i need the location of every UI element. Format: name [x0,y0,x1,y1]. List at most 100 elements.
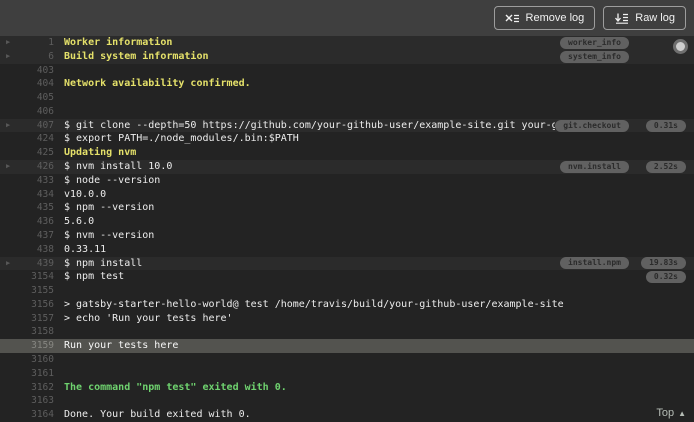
fold-arrow-icon[interactable]: ▶ [0,160,16,174]
log-text: Run your tests here [64,340,179,352]
log-text: v10.0.0 [64,188,107,200]
line-number[interactable]: 1 [16,36,54,50]
log-row-404: 404 Network availability confirmed. [0,77,694,91]
line-number[interactable]: 439 [16,257,54,271]
log-text: $ npm install [64,257,143,269]
log-text: Done. Your build exited with 0. [64,409,251,421]
line-number[interactable]: 3164 [16,408,54,422]
log-row-3159: 3159 Run your tests here [0,339,694,353]
log-row-3154: 3154 $ npm test 0.32s [0,270,694,284]
line-number[interactable]: 3159 [16,339,54,353]
line-number[interactable]: 3163 [16,394,54,408]
log-text: $ nvm --version [64,229,155,241]
fold-name-badge: nvm.install [560,160,629,173]
remove-log-button[interactable]: Remove log [493,6,596,30]
follow-log-toggle[interactable] [673,39,688,54]
duration-slot: 2.52s [637,160,686,173]
fold-arrow-icon[interactable]: ▶ [0,119,16,133]
line-number[interactable]: 406 [16,105,54,119]
log-text: Updating nvm [64,147,137,159]
line-number[interactable]: 404 [16,77,54,91]
log-row-3163: 3163 [0,394,694,408]
log-row-406: 406 [0,105,694,119]
scroll-to-top-link[interactable]: Top ▲ [656,407,686,419]
log-rows: ▶ 1 Worker information worker_info ▶ 6 Build s… [0,36,694,422]
log-row-6: ▶ 6 Build system information system_info [0,49,694,64]
line-number[interactable]: 3161 [16,367,54,381]
raw-log-icon [614,13,629,24]
fold-name-badge: system_info [560,50,629,63]
log-row-437: 437 $ nvm --version [0,229,694,243]
log-text: $ node --version [64,174,161,186]
line-number[interactable]: 3155 [16,284,54,298]
remove-log-icon [505,13,520,24]
duration-slot: 0.31s [637,119,686,132]
log-text: $ nvm install 10.0 [64,161,173,173]
fold-name-badge: git.checkout [555,119,629,132]
log-row-425: 425 Updating nvm [0,146,694,160]
log-row-434: 434 v10.0.0 [0,188,694,202]
line-number[interactable]: 405 [16,91,54,105]
line-number[interactable]: 3162 [16,381,54,395]
log-row-3155: 3155 [0,284,694,298]
log-text: > echo 'Run your tests here' [64,312,233,324]
duration-slot: 19.83s [637,257,686,270]
line-number[interactable]: 6 [16,50,54,64]
remove-log-label: Remove log [525,12,585,24]
duration-badge: 19.83s [641,257,686,270]
log-text: > gatsby-starter-hello-world@ test /home… [64,298,564,310]
log-row-439: ▶ 439 $ npm install install.npm 19.83s [0,256,694,271]
log-row-3164: 3164 Done. Your build exited with 0. [0,408,694,422]
log-row-436: 436 5.6.0 [0,215,694,229]
raw-log-label: Raw log [635,12,675,24]
line-number[interactable]: 437 [16,229,54,243]
line-number[interactable]: 403 [16,64,54,78]
raw-log-button[interactable]: Raw log [603,6,686,30]
duration-slot: 0.32s [637,271,686,284]
log-row-3157: 3157 > echo 'Run your tests here' [0,312,694,326]
log-row-405: 405 [0,91,694,105]
log-row-424: 424 $ export PATH=./node_modules/.bin:$PA… [0,132,694,146]
chevron-up-icon: ▲ [678,408,686,418]
line-number[interactable]: 436 [16,215,54,229]
log-row-438: 438 0.33.11 [0,243,694,257]
log-text: $ git clone --depth=50 https://github.co… [64,119,556,131]
duration-badge: 0.32s [645,271,686,284]
log-row-3158: 3158 [0,325,694,339]
log-text: 5.6.0 [64,216,95,228]
line-number[interactable]: 434 [16,188,54,202]
top-link-label: Top [656,407,675,419]
log-row-407: ▶ 407 $ git clone --depth=50 https://githu… [0,118,694,133]
line-number[interactable]: 3158 [16,325,54,339]
log-row-3160: 3160 [0,353,694,367]
log-row-433: 433 $ node --version [0,174,694,188]
fold-name-badge: install.npm [560,257,629,270]
line-number[interactable]: 407 [16,119,54,133]
log-text: The command "npm test" exited with 0. [64,381,287,393]
fold-arrow-icon[interactable]: ▶ [0,50,16,64]
line-number[interactable]: 426 [16,160,54,174]
log-row-403: 403 [0,64,694,78]
line-number[interactable]: 3157 [16,312,54,326]
log-text: $ export PATH=./node_modules/.bin:$PATH [64,133,299,145]
line-number[interactable]: 424 [16,132,54,146]
log-text: Network availability confirmed. [64,78,251,90]
log-text: $ npm --version [64,202,155,214]
line-number[interactable]: 438 [16,243,54,257]
log-text: Worker information [64,37,173,48]
log-text: $ npm test [64,271,125,283]
line-number[interactable]: 3156 [16,298,54,312]
line-number[interactable]: 3160 [16,353,54,367]
fold-name-badge: worker_info [560,36,629,49]
line-number[interactable]: 435 [16,201,54,215]
log-text: 0.33.11 [64,243,107,255]
duration-badge: 2.52s [645,160,686,173]
line-number[interactable]: 425 [16,146,54,160]
build-log-screen: Remove log Raw log ▶ 1 Worker information w… [0,0,694,422]
log-row-435: 435 $ npm --version [0,201,694,215]
log-pane: ▶ 1 Worker information worker_info ▶ 6 Build s… [0,36,694,422]
fold-arrow-icon[interactable]: ▶ [0,257,16,271]
line-number[interactable]: 3154 [16,270,54,284]
fold-arrow-icon[interactable]: ▶ [0,36,16,50]
line-number[interactable]: 433 [16,174,54,188]
